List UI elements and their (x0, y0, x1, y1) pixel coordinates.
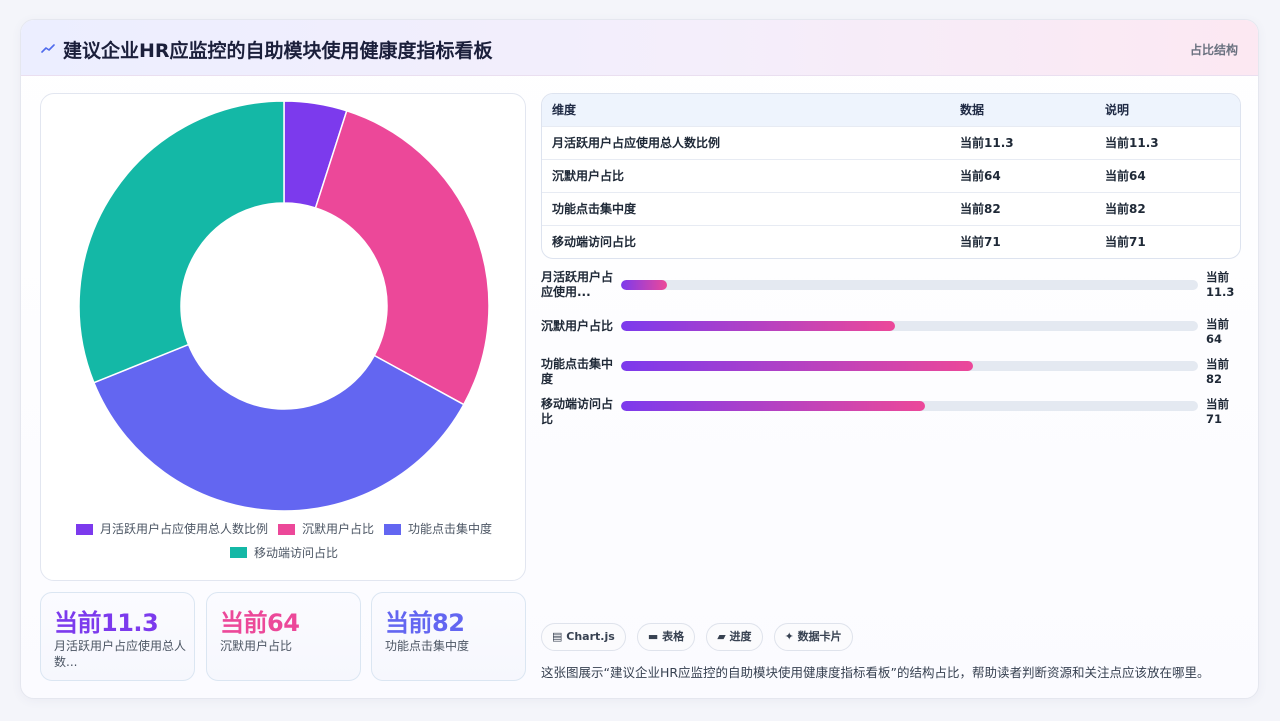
table-cell: 当前11.3 (1095, 125, 1240, 159)
kpi-value: 当前82 (385, 609, 465, 637)
progress-label: 移动端访问占比 (541, 397, 614, 426)
kpi-label: 功能点击集中度 (385, 639, 470, 653)
table-cell: 当前82 (1095, 191, 1240, 225)
chip-table[interactable]: ▬ 表格 (636, 623, 696, 651)
table-cell: 功能点击集中度 (542, 191, 950, 225)
progress-fill (621, 280, 668, 290)
kpi-value: 当前11.3 (54, 609, 159, 637)
legend-label: 月活跃用户占应使用总人数比例 (99, 522, 268, 536)
donut-chart-panel: 月活跃用户占应使用总人数比例 沉默用户占比 功能点击集中度移动端访问占比 (40, 93, 526, 581)
legend-item[interactable]: 功能点击集中度 (384, 518, 492, 540)
legend-label: 移动端访问占比 (253, 545, 338, 560)
table-cell: 当前82 (950, 191, 1095, 225)
legend-item[interactable]: 月活跃用户占应使用总人数比例 (75, 518, 268, 540)
kpi-label: 月活跃用户占应使用总人数... (54, 639, 187, 669)
kpi-card: 当前64 沉默用户占比 (206, 592, 361, 681)
legend-swatch (75, 523, 93, 535)
chip-label: 进度 (729, 630, 752, 643)
table-cell: 当前71 (1095, 224, 1240, 258)
table-cell: 沉默用户占比 (542, 158, 950, 192)
kpi-card: 当前82 功能点击集中度 (371, 592, 526, 681)
column-header: 数据 (950, 94, 1095, 126)
progress-value: 当前82 (1206, 357, 1229, 386)
progress-label: 沉默用户占比 (541, 319, 614, 333)
progress-value: 当前64 (1206, 317, 1229, 346)
chart-description: 这张图展示“建议企业HR应监控的自助模块使用健康度指标看板”的结构占比，帮助读者… (541, 665, 1210, 680)
table-row: 沉默用户占比 当前64 当前64 (542, 158, 1240, 192)
chip-label: Chart.js (566, 630, 615, 643)
sparkline-icon (41, 44, 55, 53)
legend-swatch (384, 523, 401, 535)
donut-chart (78, 100, 490, 512)
table-icon: ▬ (647, 630, 659, 643)
table-cell: 移动端访问占比 (542, 224, 950, 258)
table-row: 移动端访问占比 当前71 当前71 (542, 224, 1240, 258)
progress-track (621, 361, 1198, 371)
sparkle-icon: ✦ (784, 630, 794, 643)
donut-slice[interactable] (314, 109, 490, 406)
legend-label: 沉默用户占比 (301, 522, 374, 536)
legend-swatch (229, 547, 247, 558)
progress-fill (621, 321, 896, 331)
progress-icon: ▰ (717, 630, 726, 643)
dashboard-card: 建议企业HR应监控的自助模块使用健康度指标看板 占比结构 月活跃用户占应使用总人… (20, 19, 1259, 699)
page-title: 建议企业HR应监控的自助模块使用健康度指标看板 (63, 40, 493, 62)
progress-row: 移动端访问占比 当前71 (541, 397, 1241, 435)
donut-slice[interactable] (78, 100, 285, 384)
progress-row: 沉默用户占比 当前64 (541, 317, 1241, 355)
chip-progress[interactable]: ▰ 进度 (706, 623, 763, 651)
chart-legend: 月活跃用户占应使用总人数比例 沉默用户占比 功能点击集中度移动端访问占比 (41, 518, 527, 565)
data-table: 维度 数据 说明 月活跃用户占应使用总人数比例 当前11.3 当前11.3 沉默… (541, 93, 1241, 259)
table-header-row: 维度 数据 说明 (542, 94, 1240, 126)
chip-label: 数据卡片 (797, 630, 842, 643)
kpi-label: 沉默用户占比 (220, 639, 293, 653)
chip-label: 表格 (662, 630, 685, 643)
legend-label: 功能点击集中度 (408, 522, 493, 536)
progress-label: 功能点击集中度 (541, 357, 614, 386)
feature-chips: ▤ Chart.js ▬ 表格 ▰ 进度 ✦ 数据卡片 (541, 623, 859, 651)
progress-track (621, 401, 1198, 411)
progress-label: 月活跃用户占应使用... (541, 270, 614, 299)
legend-item[interactable]: 移动端访问占比 (229, 542, 338, 564)
kpi-value: 当前64 (220, 609, 300, 637)
progress-fill (621, 361, 973, 371)
legend-item[interactable]: 沉默用户占比 (277, 518, 374, 540)
progress-row: 月活跃用户占应使用... 当前11.3 (541, 270, 1241, 308)
table-row: 功能点击集中度 当前82 当前82 (542, 191, 1240, 225)
table-cell: 当前64 (950, 158, 1095, 192)
chart-icon: ▤ (552, 630, 563, 643)
table-cell: 当前11.3 (950, 125, 1095, 159)
legend-swatch (277, 523, 295, 535)
header-tag: 占比结构 (1189, 43, 1238, 57)
kpi-card: 当前11.3 月活跃用户占应使用总人数... (40, 592, 195, 681)
progress-row: 功能点击集中度 当前82 (541, 357, 1241, 395)
table-row: 月活跃用户占应使用总人数比例 当前11.3 当前11.3 (542, 125, 1240, 159)
column-header: 维度 (542, 94, 950, 126)
table-cell: 当前64 (1095, 158, 1240, 192)
progress-value: 当前71 (1206, 397, 1229, 426)
chip-data-cards[interactable]: ✦ 数据卡片 (773, 623, 853, 651)
table-cell: 月活跃用户占应使用总人数比例 (542, 125, 950, 159)
progress-value: 当前11.3 (1206, 270, 1235, 299)
progress-track (621, 321, 1198, 331)
chip-chartjs[interactable]: ▤ Chart.js (541, 623, 626, 651)
progress-fill (621, 401, 926, 411)
table-cell: 当前71 (950, 224, 1095, 258)
progress-track (621, 280, 1198, 290)
column-header: 说明 (1095, 94, 1240, 126)
dashboard-header: 建议企业HR应监控的自助模块使用健康度指标看板 占比结构 (21, 20, 1258, 76)
